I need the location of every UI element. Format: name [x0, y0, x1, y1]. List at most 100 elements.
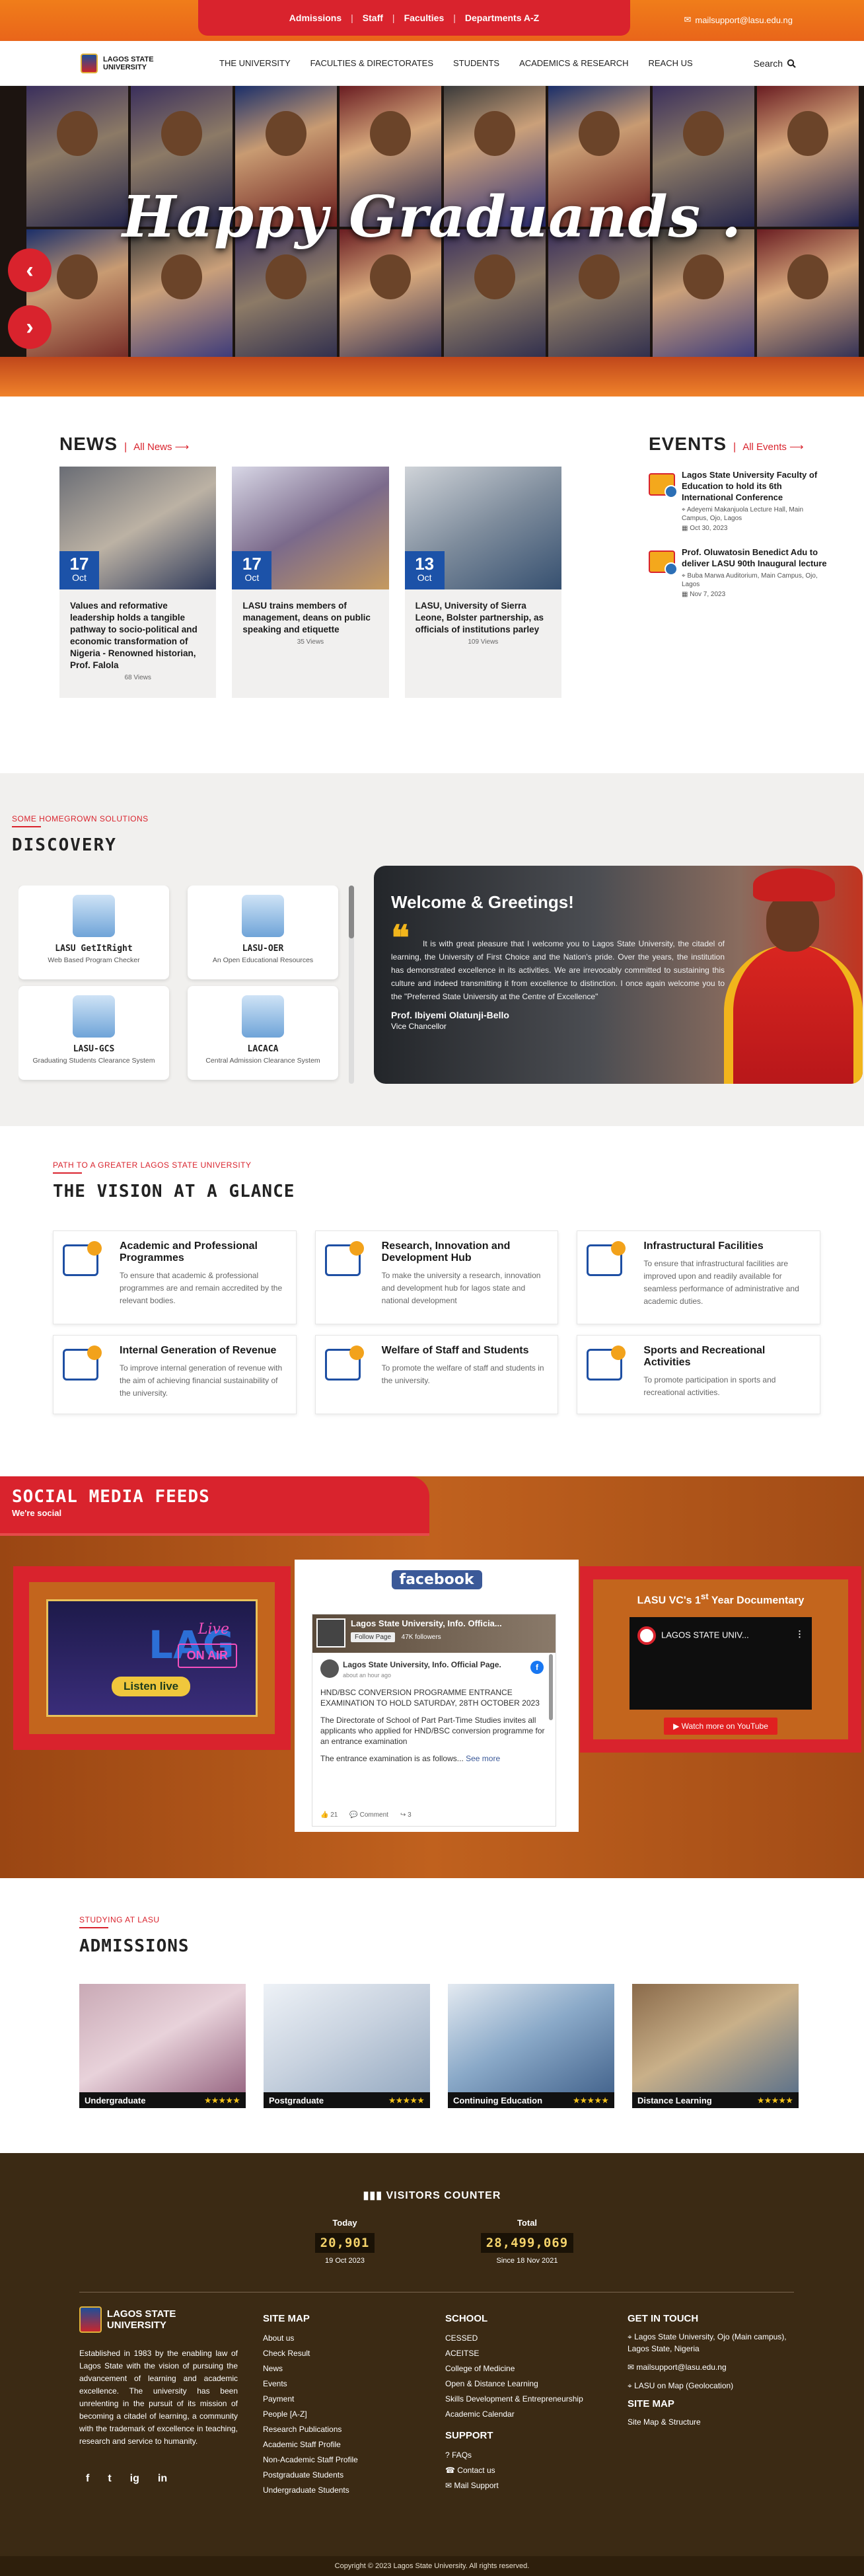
address: ⌖ Lagos State University, Ojo (Main camp…	[628, 2331, 793, 2355]
sitemap-link[interactable]: Events	[263, 2376, 358, 2392]
news-title[interactable]: LASU, University of Sierra Leone, Bolste…	[405, 589, 561, 638]
school-link[interactable]: Academic Calendar	[445, 2407, 583, 2422]
faculties-link[interactable]: Faculties	[404, 13, 445, 23]
total-label: Total	[517, 2218, 538, 2228]
university-crest-icon	[81, 53, 98, 73]
news-card[interactable]: 17 Oct LASU trains members of management…	[232, 467, 389, 698]
post-author[interactable]: Lagos State University, Info. Official P…	[320, 1659, 548, 1678]
see-more-link[interactable]: See more	[466, 1754, 500, 1763]
sitemap-link[interactable]: Undergraduate Students	[263, 2483, 358, 2498]
sitemap-link[interactable]: About us	[263, 2331, 358, 2346]
radio-banner[interactable]: LAG Live ON AIR Listen live	[46, 1599, 258, 1717]
comment-action[interactable]: 💬 Comment	[349, 1810, 388, 1821]
nav-item-reach-us[interactable]: REACH US	[648, 58, 692, 68]
share-action[interactable]: ↪ 3	[400, 1810, 412, 1821]
nav-item-university[interactable]: THE UNIVERSITY	[219, 58, 291, 68]
youtube-heading-post: Year Documentary	[708, 1595, 805, 1607]
vision-kicker: PATH TO A GREATER LAGOS STATE UNIVERSITY	[53, 1160, 252, 1170]
tiles-scrollbar[interactable]	[349, 886, 354, 1084]
map-link[interactable]: ⌖ LASU on Map (Geolocation)	[628, 2380, 793, 2392]
news-card[interactable]: 17 Oct Values and reformative leadership…	[59, 467, 217, 698]
tile-desc: Central Admission Clearance System	[205, 1057, 320, 1065]
all-news-link[interactable]: All News ⟶	[133, 441, 189, 453]
search-button[interactable]: Search	[754, 58, 796, 69]
event-title[interactable]: Lagos State University Faculty of Educat…	[682, 469, 827, 503]
site-logo[interactable]: LAGOS STATE UNIVERSITY	[81, 53, 219, 73]
event-item[interactable]: Prof. Oluwatosin Benedict Adu to deliver…	[649, 547, 827, 598]
admissions-link[interactable]: Admissions	[289, 13, 342, 23]
mail-support-link[interactable]: ✉ Mail Support	[445, 2478, 583, 2493]
total-count: 28,499,069	[480, 2233, 574, 2253]
sitemap-link[interactable]: Check Result	[263, 2346, 358, 2361]
footer-sitemap: SITE MAP About us Check Result News Even…	[263, 2313, 358, 2498]
slider-prev-button[interactable]: ‹	[8, 248, 52, 292]
all-events-link[interactable]: All Events ⟶	[742, 441, 803, 453]
discovery-tile[interactable]: LACACA Central Admission Clearance Syste…	[188, 986, 338, 1080]
admission-card[interactable]: Undergraduate ★★★★★	[79, 1984, 246, 2108]
scrollbar-thumb[interactable]	[349, 886, 354, 938]
follow-page-button[interactable]: Follow Page	[351, 1632, 396, 1642]
school-link[interactable]: Open & Distance Learning	[445, 2376, 583, 2392]
like-action[interactable]: 👍 21	[320, 1810, 338, 1821]
visitors-heading-text: VISITORS COUNTER	[386, 2190, 501, 2201]
footer-email[interactable]: ✉ mailsupport@lasu.edu.ng	[628, 2361, 793, 2373]
news-title[interactable]: LASU trains members of management, deans…	[232, 589, 388, 638]
sitemap-link[interactable]: Non-Academic Staff Profile	[263, 2452, 358, 2468]
linkedin-icon[interactable]: in	[158, 2473, 167, 2485]
feed-scrollbar[interactable]	[549, 1654, 553, 1720]
discovery-tile[interactable]: LASU-OER An Open Educational Resources	[188, 886, 338, 979]
sitemap-structure-link[interactable]: Site Map & Structure	[628, 2416, 793, 2428]
share-icon: ↪	[400, 1811, 408, 1819]
top-bar: Admissions | Staff | Faculties | Departm…	[0, 0, 864, 41]
vision-card: Research, Innovation and Development Hub…	[314, 1231, 559, 1324]
oer-icon	[242, 895, 284, 937]
school-link[interactable]: Skills Development & Entrepreneurship	[445, 2392, 583, 2407]
discovery-tile[interactable]: LASU-GCS Graduating Students Clearance S…	[18, 986, 169, 1080]
calendar-icon	[649, 473, 678, 498]
news-title[interactable]: Values and reformative leadership holds …	[59, 589, 216, 674]
vision-card-desc: To improve internal generation of revenu…	[120, 1363, 283, 1398]
map-link-text: LASU on Map (Geolocation)	[634, 2381, 734, 2390]
youtube-video[interactable]: LAGOS STATE UNIV... ⋮	[630, 1617, 812, 1710]
instagram-icon[interactable]: ig	[130, 2473, 139, 2485]
play-icon: ▶	[673, 1722, 682, 1731]
slider-next-button[interactable]: ›	[8, 305, 52, 349]
facebook-page-name[interactable]: Lagos State University, Info. Officia...	[351, 1618, 552, 1628]
university-crest-icon	[79, 2306, 102, 2333]
tile-name: LASU-GCS	[73, 1044, 115, 1054]
support-email-link[interactable]: ✉ mailsupport@lasu.edu.ng	[684, 15, 793, 25]
discovery-tile[interactable]: LASU GetItRight Web Based Program Checke…	[18, 886, 169, 979]
school-link[interactable]: CESSED	[445, 2331, 583, 2346]
departments-link[interactable]: Departments A-Z	[465, 13, 539, 23]
news-image: 17 Oct	[232, 467, 389, 589]
news-card[interactable]: 13 Oct LASU, University of Sierra Leone,…	[404, 467, 561, 698]
admission-card[interactable]: Continuing Education ★★★★★	[448, 1984, 614, 2108]
nav-item-faculties[interactable]: FACULTIES & DIRECTORATES	[310, 58, 433, 68]
footer-logo[interactable]: LAGOS STATE UNIVERSITY	[79, 2306, 238, 2333]
faq-link[interactable]: ? FAQs	[445, 2448, 583, 2463]
sitemap-link[interactable]: Payment	[263, 2392, 358, 2407]
sitemap-link[interactable]: Research Publications	[263, 2422, 358, 2437]
event-title[interactable]: Prof. Oluwatosin Benedict Adu to deliver…	[682, 547, 827, 569]
vision-header: PATH TO A GREATER LAGOS STATE UNIVERSITY	[53, 1160, 252, 1174]
staff-link[interactable]: Staff	[363, 13, 383, 23]
nav-item-academics[interactable]: ACADEMICS & RESEARCH	[519, 58, 628, 68]
school-link[interactable]: College of Medicine	[445, 2361, 583, 2376]
twitter-icon[interactable]: t	[108, 2473, 111, 2485]
sitemap-link[interactable]: News	[263, 2361, 358, 2376]
watch-on-youtube-button[interactable]: ▶ Watch more on YouTube	[664, 1718, 777, 1735]
sitemap-link[interactable]: Academic Staff Profile	[263, 2437, 358, 2452]
sitemap-link[interactable]: Postgraduate Students	[263, 2468, 358, 2483]
facebook-embed[interactable]: Lagos State University, Info. Officia...…	[312, 1614, 556, 1827]
sitemap-link[interactable]: People [A-Z]	[263, 2407, 358, 2422]
nav-item-students[interactable]: STUDENTS	[453, 58, 499, 68]
quick-links: Admissions | Staff | Faculties | Departm…	[198, 0, 630, 36]
listen-live-button[interactable]: Listen live	[112, 1677, 191, 1696]
admission-card[interactable]: Distance Learning ★★★★★	[632, 1984, 799, 2108]
contact-link[interactable]: ☎ Contact us	[445, 2463, 583, 2478]
school-link[interactable]: ACEITSE	[445, 2346, 583, 2361]
facebook-icon[interactable]: f	[86, 2473, 89, 2485]
admission-card[interactable]: Postgraduate ★★★★★	[264, 1984, 430, 2108]
event-item[interactable]: Lagos State University Faculty of Educat…	[649, 469, 827, 532]
more-vert-icon[interactable]: ⋮	[795, 1629, 804, 1640]
